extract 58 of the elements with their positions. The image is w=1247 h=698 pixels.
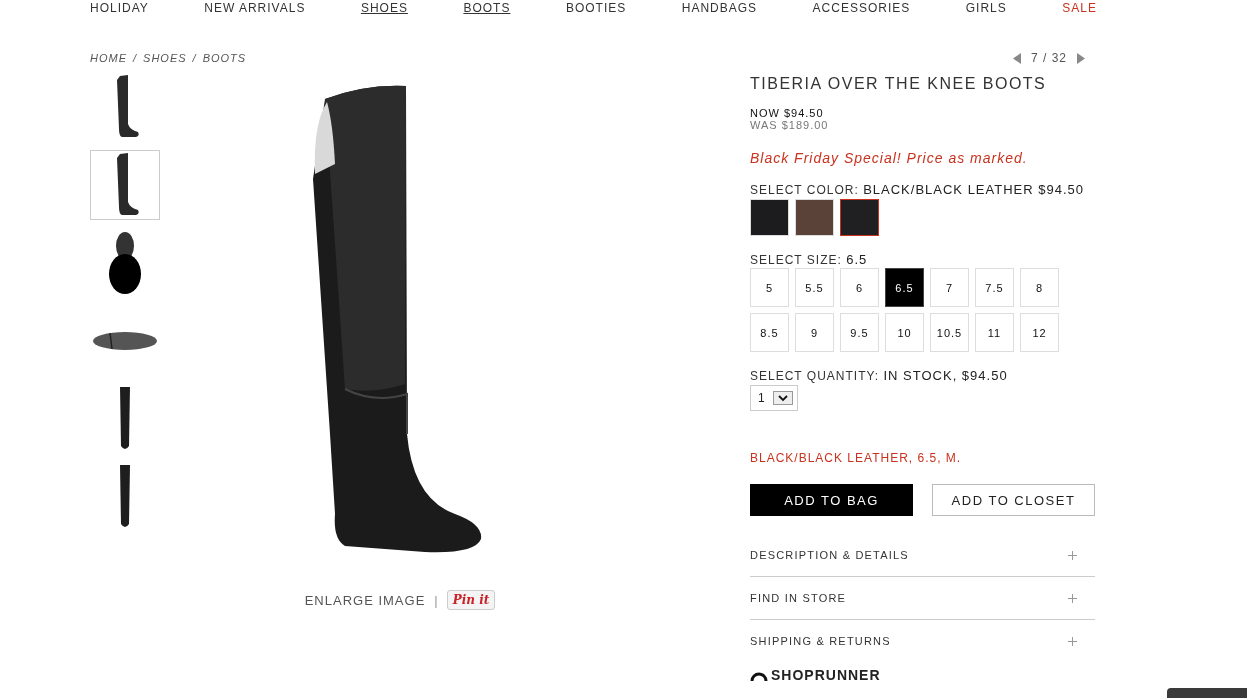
size-label: SELECT SIZE: [750, 253, 842, 267]
plus-icon[interactable] [1068, 593, 1077, 603]
size-option[interactable]: 10.5 [930, 313, 969, 352]
size-option[interactable]: 5.5 [795, 268, 834, 307]
size-option[interactable]: 6.5 [885, 268, 924, 307]
plus-icon[interactable] [1068, 636, 1077, 646]
pin-it-button[interactable]: Pin it [446, 590, 496, 610]
size-option[interactable]: 10 [885, 313, 924, 352]
promo-text: Black Friday Special! Price as marked. [750, 150, 1029, 166]
breadcrumb-link[interactable]: BOOTS [202, 52, 247, 64]
nav-link[interactable]: GIRLS [965, 1, 1007, 15]
nav-link[interactable]: NEW ARRIVALS [204, 1, 306, 15]
shoprunner-logo: SHOPRUNNER [771, 667, 881, 683]
nav-link[interactable]: HANDBAGS [681, 1, 758, 15]
pager-count: 7 / 32 [1030, 51, 1067, 65]
quantity-label: SELECT QUANTITY: [750, 369, 880, 383]
breadcrumb-separator: / [192, 52, 197, 64]
size-option[interactable]: 9 [795, 313, 834, 352]
quantity-select[interactable]: 1 [750, 385, 798, 411]
enlarge-image-link[interactable]: ENLARGE IMAGE [304, 592, 426, 608]
size-option[interactable]: 11 [975, 313, 1014, 352]
dropdown-icon [772, 391, 793, 405]
breadcrumb-separator: / [133, 52, 138, 64]
nav-link[interactable]: SALE [1062, 1, 1097, 15]
size-option[interactable]: 12 [1020, 313, 1059, 352]
original-price: WAS $189.00 [750, 119, 830, 131]
add-to-closet-button[interactable]: ADD TO CLOSET [932, 484, 1095, 516]
plus-icon[interactable] [1068, 550, 1077, 560]
section-title[interactable]: DESCRIPTION & DETAILS [750, 549, 909, 561]
size-option[interactable]: 7.5 [975, 268, 1014, 307]
size-option[interactable]: 5 [750, 268, 789, 307]
section-title[interactable]: FIND IN STORE [750, 592, 847, 604]
section-title[interactable]: SHIPPING & RETURNS [750, 635, 891, 647]
color-label: SELECT COLOR: [750, 183, 859, 197]
selection-summary: BLACK/BLACK LEATHER, 6.5, M. [750, 451, 963, 465]
size-option[interactable]: 6 [840, 268, 879, 307]
separator: | [434, 592, 438, 608]
nav-link[interactable]: BOOTS [463, 1, 511, 15]
size-value: 6.5 [846, 252, 868, 267]
color-value: BLACK/BLACK LEATHER $94.50 [863, 182, 1084, 197]
product-title: TIBERIA OVER THE KNEE BOOTS [750, 75, 1048, 93]
breadcrumb-link[interactable]: SHOES [143, 52, 187, 64]
thumbnail[interactable] [90, 150, 160, 220]
color-swatch[interactable] [840, 199, 879, 236]
previous-icon[interactable] [1012, 52, 1021, 64]
nav-link[interactable]: SHOES [360, 1, 408, 15]
size-option[interactable]: 8.5 [750, 313, 789, 352]
nav-link[interactable]: BOOTIES [565, 1, 627, 15]
nav-link[interactable]: ACCESSORIES [812, 1, 911, 15]
size-option[interactable]: 8 [1020, 268, 1059, 307]
current-price: NOW $94.50 [750, 107, 825, 119]
next-icon[interactable] [1077, 52, 1085, 64]
add-to-bag-button[interactable]: ADD TO BAG [750, 484, 913, 516]
stock-status: IN STOCK, $94.50 [883, 368, 1008, 383]
breadcrumb-link[interactable]: HOME [90, 52, 127, 64]
size-option[interactable]: 7 [930, 268, 969, 307]
nav-link[interactable]: HOLIDAY [90, 1, 149, 15]
size-option[interactable]: 9.5 [840, 313, 879, 352]
